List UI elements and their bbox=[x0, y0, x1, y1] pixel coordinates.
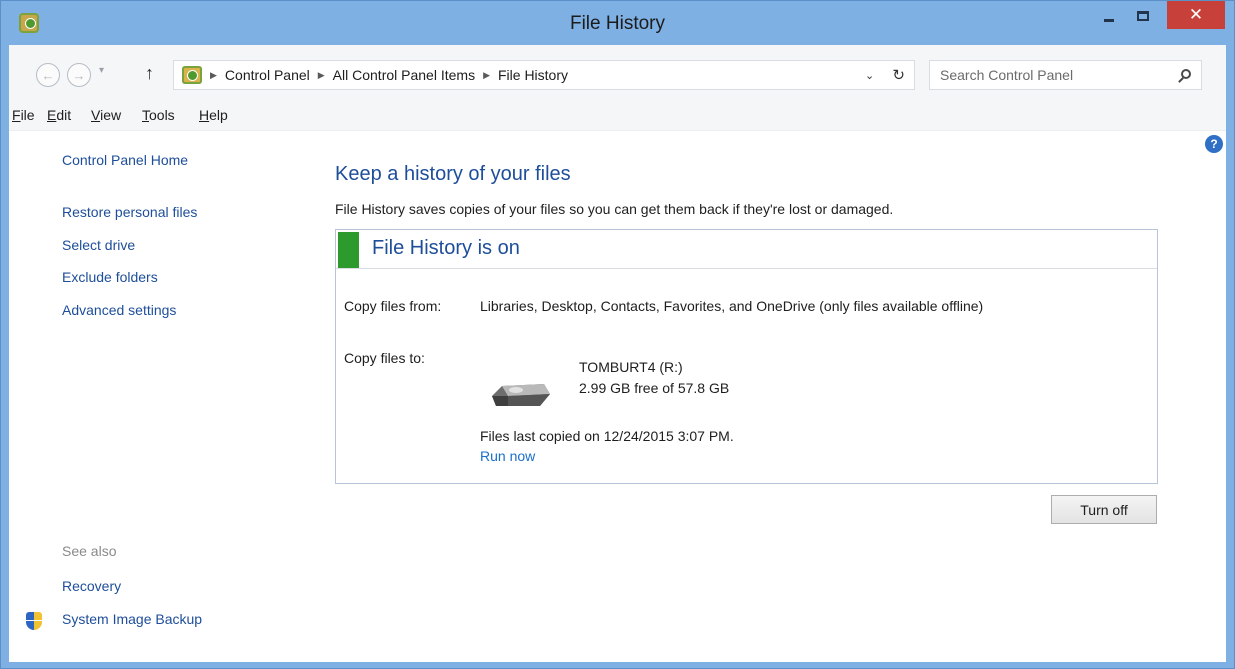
breadcrumb-control-panel[interactable]: Control Panel bbox=[225, 67, 310, 83]
chevron-down-icon[interactable]: ⌄ bbox=[865, 69, 874, 82]
navigation-bar: ← → ▾ ↑ ▶ Control Panel ▶ All Control Pa… bbox=[9, 45, 1226, 101]
chevron-down-icon: ▾ bbox=[99, 65, 105, 76]
title-bar[interactable]: File History ✕ bbox=[1, 1, 1234, 45]
drive-free-space: 2.99 GB free of 57.8 GB bbox=[579, 380, 730, 396]
menu-edit[interactable]: Edit bbox=[47, 107, 71, 123]
restore-personal-files-link[interactable]: Restore personal files bbox=[62, 204, 197, 220]
close-icon: ✕ bbox=[1188, 5, 1204, 24]
minimize-button[interactable] bbox=[1094, 1, 1124, 31]
window-client-area: ← → ▾ ↑ ▶ Control Panel ▶ All Control Pa… bbox=[9, 45, 1226, 662]
breadcrumb-separator-icon[interactable]: ▶ bbox=[483, 70, 490, 81]
menu-view[interactable]: View bbox=[91, 107, 121, 123]
window-title: File History bbox=[569, 13, 665, 34]
copy-from-value: Libraries, Desktop, Contacts, Favorites,… bbox=[480, 298, 984, 314]
menu-mnemonic: T bbox=[142, 107, 149, 123]
recovery-link[interactable]: Recovery bbox=[62, 578, 121, 594]
refresh-icon[interactable]: ↻ bbox=[892, 66, 905, 84]
status-indicator bbox=[338, 232, 359, 268]
forward-button[interactable]: → bbox=[67, 63, 91, 87]
menu-bar: File Edit View Tools Help bbox=[9, 101, 1226, 131]
drive-icon bbox=[492, 384, 550, 406]
control-panel-icon bbox=[182, 66, 202, 84]
menu-mnemonic: H bbox=[199, 107, 210, 123]
page-description: File History saves copies of your files … bbox=[335, 201, 894, 217]
address-bar[interactable]: ▶ Control Panel ▶ All Control Panel Item… bbox=[173, 60, 915, 90]
search-icon[interactable] bbox=[1181, 69, 1191, 79]
drive-name: TOMBURT4 (R:) bbox=[579, 359, 683, 375]
exclude-folders-link[interactable]: Exclude folders bbox=[62, 269, 158, 285]
menu-label: ile bbox=[20, 107, 35, 123]
close-button[interactable]: ✕ bbox=[1167, 1, 1225, 29]
breadcrumb-all-control-panel-items[interactable]: All Control Panel Items bbox=[333, 67, 475, 83]
menu-label: elp bbox=[209, 107, 228, 123]
file-history-status-panel: File History is on Copy files from: Libr… bbox=[335, 229, 1158, 484]
uac-shield-icon bbox=[26, 612, 42, 630]
menu-label: ools bbox=[149, 107, 175, 123]
page-title: Keep a history of your files bbox=[335, 163, 571, 185]
menu-help[interactable]: Help bbox=[199, 107, 228, 123]
maximize-icon bbox=[1137, 11, 1149, 21]
menu-label: iew bbox=[100, 107, 122, 123]
back-button[interactable]: ← bbox=[36, 63, 60, 87]
control-panel-home-link[interactable]: Control Panel Home bbox=[62, 152, 188, 168]
run-now-link[interactable]: Run now bbox=[480, 448, 535, 464]
copy-to-label: Copy files to: bbox=[344, 350, 425, 366]
status-header: File History is on bbox=[336, 230, 1157, 269]
file-history-window: File History ✕ ← → ▾ ↑ ▶ Control Panel ▶… bbox=[0, 0, 1235, 669]
turn-off-button[interactable]: Turn off bbox=[1051, 495, 1157, 524]
maximize-button[interactable] bbox=[1128, 1, 1158, 31]
recent-locations-dropdown[interactable]: ▾ bbox=[99, 65, 104, 76]
arrow-right-icon: → bbox=[72, 67, 86, 83]
up-button[interactable]: ↑ bbox=[145, 63, 154, 84]
breadcrumb-separator-icon[interactable]: ▶ bbox=[210, 70, 217, 81]
address-bar-controls: ⌄ ↻ bbox=[856, 61, 914, 89]
menu-mnemonic: E bbox=[47, 107, 57, 123]
menu-tools[interactable]: Tools bbox=[142, 107, 175, 123]
last-copied-text: Files last copied on 12/24/2015 3:07 PM. bbox=[480, 428, 734, 444]
advanced-settings-link[interactable]: Advanced settings bbox=[62, 302, 176, 318]
minimize-icon bbox=[1104, 18, 1114, 22]
arrow-left-icon: ← bbox=[41, 67, 55, 83]
status-title: File History is on bbox=[372, 237, 520, 259]
search-box[interactable]: Search Control Panel bbox=[929, 60, 1202, 90]
menu-file[interactable]: File bbox=[12, 107, 35, 123]
system-image-backup-link[interactable]: System Image Backup bbox=[62, 611, 202, 627]
arrow-up-icon: ↑ bbox=[145, 63, 154, 83]
help-icon[interactable]: ? bbox=[1205, 135, 1223, 153]
breadcrumb-file-history[interactable]: File History bbox=[498, 67, 568, 83]
breadcrumb-separator-icon[interactable]: ▶ bbox=[318, 70, 325, 81]
see-also-label: See also bbox=[62, 543, 117, 559]
copy-from-label: Copy files from: bbox=[344, 298, 442, 314]
select-drive-link[interactable]: Select drive bbox=[62, 237, 135, 253]
menu-label: dit bbox=[56, 107, 72, 123]
search-input[interactable]: Search Control Panel bbox=[940, 67, 1073, 83]
menu-mnemonic: F bbox=[12, 107, 21, 123]
menu-mnemonic: V bbox=[91, 107, 101, 123]
